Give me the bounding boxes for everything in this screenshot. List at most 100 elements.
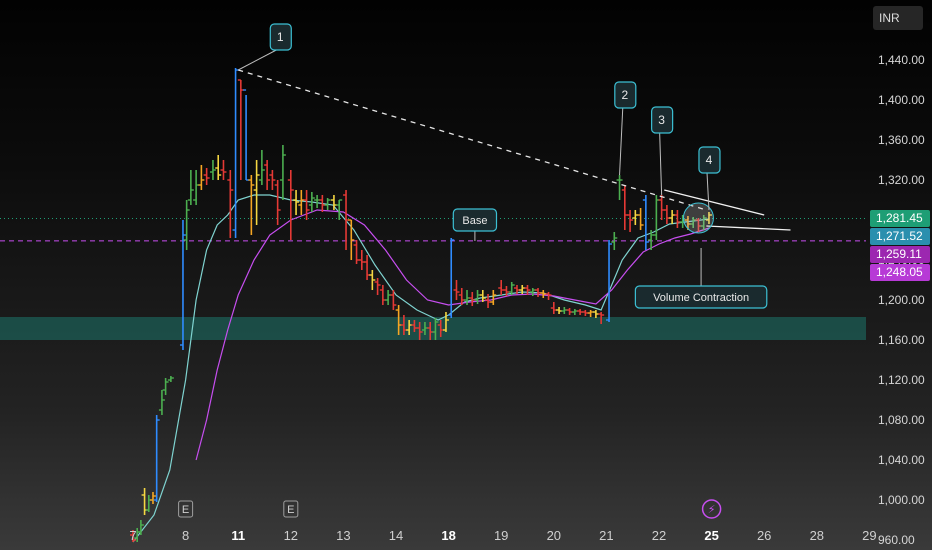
candle	[577, 309, 584, 315]
candle	[353, 240, 360, 264]
y-tick-label: 1,000.00	[878, 493, 925, 507]
candle	[264, 160, 271, 190]
callout-volume-contraction-label: Volume Contraction	[653, 292, 749, 304]
candle	[145, 495, 152, 512]
candle	[582, 310, 589, 316]
price-tag-1: 1,271.52	[870, 227, 930, 245]
candle	[274, 180, 281, 225]
candle	[183, 200, 190, 250]
annotations: 1 2 3 4 Base Volume Contraction	[237, 23, 768, 309]
reference-lines	[0, 218, 866, 242]
y-tick-label: 1,320.00	[878, 173, 925, 187]
x-tick-label: 20	[547, 528, 561, 543]
triangle-lower-line	[706, 225, 791, 231]
x-tick-label: 13	[336, 528, 350, 543]
x-tick-label: 12	[284, 528, 298, 543]
dividend-event-label: ⚡	[708, 504, 716, 516]
x-tick-label: 29	[862, 528, 876, 543]
x-tick-label: 21	[599, 528, 613, 543]
y-tick-label: 1,440.00	[878, 53, 925, 67]
candle	[448, 238, 455, 318]
candle	[374, 278, 381, 295]
candle	[198, 165, 205, 190]
candle	[653, 195, 660, 240]
candle	[364, 255, 371, 280]
candle	[220, 160, 227, 180]
x-tick-label: 28	[810, 528, 824, 543]
candle	[621, 185, 628, 230]
candle	[556, 307, 563, 314]
candle	[637, 208, 644, 230]
candle	[587, 310, 594, 317]
candle	[248, 175, 255, 235]
callout-base-label: Base	[462, 215, 487, 227]
ma-fast-line	[132, 194, 710, 543]
candle	[227, 170, 234, 238]
x-tick-label: 8	[182, 528, 189, 543]
x-tick-label: 11	[231, 528, 245, 543]
y-tick-label: 1,040.00	[878, 453, 925, 467]
candle	[149, 492, 156, 504]
candle	[158, 390, 165, 415]
candle	[237, 79, 244, 180]
candle	[258, 150, 265, 185]
currency-label[interactable]: INR	[873, 6, 923, 30]
x-tick-label: 14	[389, 528, 403, 543]
candle	[385, 290, 392, 305]
candle	[627, 210, 634, 232]
annotation-leader-2	[619, 106, 624, 176]
candle	[187, 170, 194, 205]
price-chart[interactable]: 1234BaseVolume Contraction 1,440.001,400…	[0, 0, 932, 550]
candle	[592, 310, 599, 318]
y-tick-label: 1,360.00	[878, 133, 925, 147]
annotation-leader-3	[659, 131, 663, 196]
x-tick-label: 26	[757, 528, 771, 543]
candle	[203, 168, 210, 185]
candle	[193, 170, 200, 205]
price-tag-0: 1,281.45	[870, 209, 930, 227]
candles	[130, 68, 712, 542]
price-tag-2: 1,259.11	[870, 245, 930, 263]
candle	[167, 376, 174, 382]
candle	[243, 89, 250, 181]
y-tick-label: 1,120.00	[878, 373, 925, 387]
candle	[658, 195, 665, 220]
demand-zone	[0, 317, 866, 340]
candle	[453, 280, 460, 300]
candle	[674, 210, 681, 228]
candle	[561, 307, 568, 314]
candle	[566, 308, 573, 315]
candle	[490, 290, 497, 305]
candle	[348, 219, 355, 260]
candle	[550, 302, 557, 314]
x-tick-label: 25	[704, 528, 718, 543]
candle	[606, 240, 613, 322]
annotation-label-4: 4	[706, 153, 713, 167]
x-tick-label: 19	[494, 528, 508, 543]
annotation-leader-4	[706, 171, 710, 211]
candle	[314, 195, 321, 208]
candle	[524, 285, 531, 295]
candle	[663, 205, 670, 224]
y-tick-label: 1,160.00	[878, 333, 925, 347]
candle	[379, 285, 386, 305]
candle	[498, 280, 505, 295]
earnings-event-label: E	[287, 504, 294, 516]
x-tick-label: 22	[652, 528, 666, 543]
candle	[298, 190, 305, 215]
candle	[616, 175, 623, 200]
x-tick-label: 7	[129, 528, 136, 543]
candle	[287, 170, 294, 240]
candle	[137, 520, 144, 535]
candle	[571, 309, 578, 315]
candle	[209, 160, 216, 180]
y-tick-label: 1,400.00	[878, 93, 925, 107]
candle	[232, 68, 239, 238]
candle	[642, 195, 649, 250]
candle	[390, 290, 397, 310]
annotation-label-1: 1	[277, 30, 284, 44]
annotation-label-2: 2	[621, 88, 628, 102]
candle	[669, 210, 676, 224]
candle	[303, 190, 310, 220]
y-axis: 1,440.001,400.001,360.001,320.001,280.00…	[878, 53, 925, 547]
